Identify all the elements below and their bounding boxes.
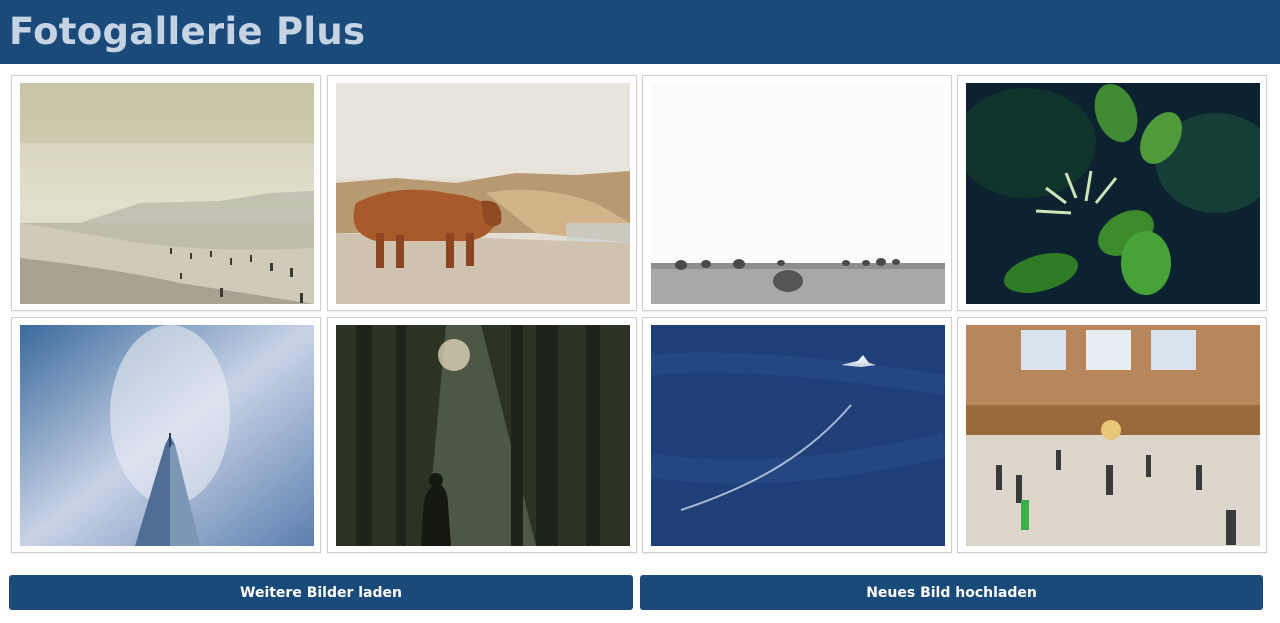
app-header: Fotogallerie Plus bbox=[0, 0, 1280, 64]
photo-card[interactable] bbox=[642, 317, 952, 553]
photo-card[interactable] bbox=[957, 317, 1267, 553]
photo-forest-sunrays-person[interactable] bbox=[336, 325, 630, 546]
photo-skyscraper-clouds[interactable] bbox=[20, 325, 314, 546]
photo-station-hall-crowd[interactable] bbox=[966, 325, 1260, 546]
photo-card[interactable] bbox=[642, 75, 952, 311]
app-title: Fotogallerie Plus bbox=[9, 10, 366, 53]
photo-card[interactable] bbox=[327, 317, 637, 553]
photo-card[interactable] bbox=[11, 75, 321, 311]
photo-ocean-bird[interactable] bbox=[651, 325, 945, 546]
photo-misty-beach[interactable] bbox=[20, 83, 314, 304]
photo-card[interactable] bbox=[327, 75, 637, 311]
photo-card[interactable] bbox=[957, 75, 1267, 311]
photo-hay-bales-field[interactable] bbox=[651, 83, 945, 304]
photo-green-plant-leaves[interactable] bbox=[966, 83, 1260, 304]
upload-image-button[interactable]: Neues Bild hochladen bbox=[640, 575, 1263, 610]
photo-card[interactable] bbox=[11, 317, 321, 553]
photo-highland-cow-coast[interactable] bbox=[336, 83, 630, 304]
load-more-button[interactable]: Weitere Bilder laden bbox=[9, 575, 633, 610]
